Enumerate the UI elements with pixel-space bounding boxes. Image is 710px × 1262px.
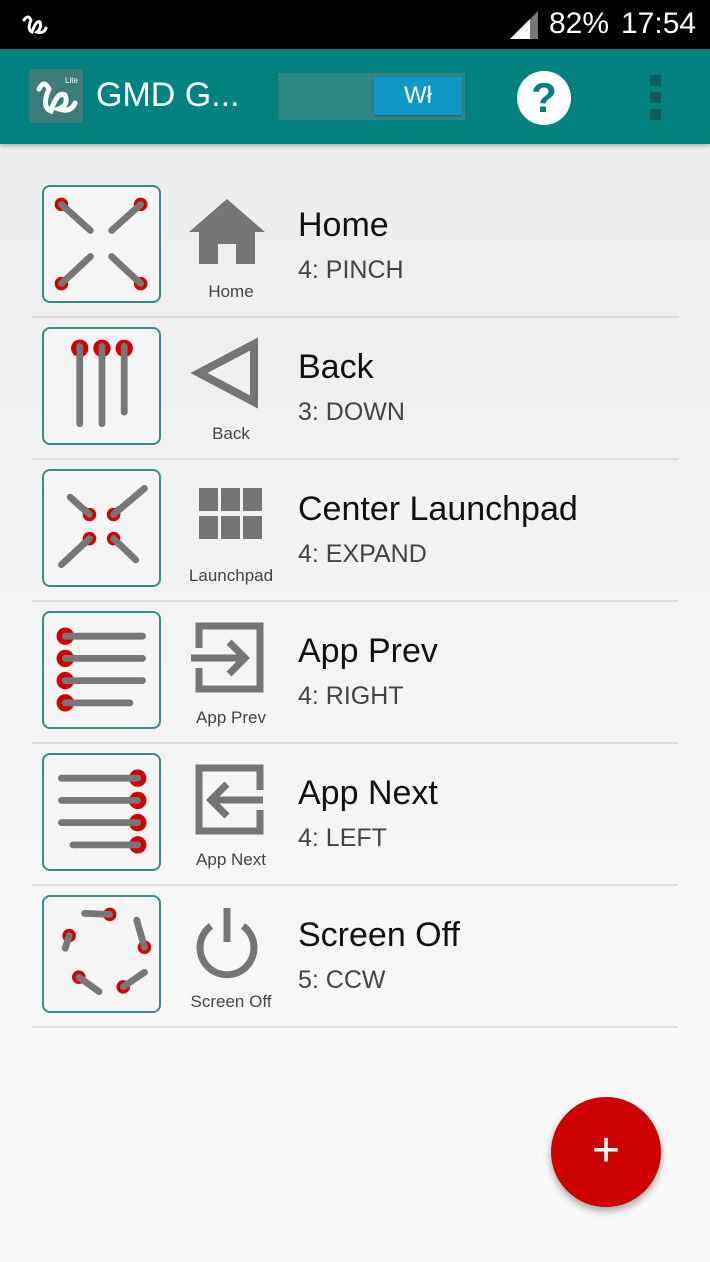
- home-icon: [189, 199, 265, 264]
- enter-arrow-icon: [191, 622, 264, 693]
- enable-toggle[interactable]: Wł: [278, 73, 465, 120]
- add-gesture-button[interactable]: +: [551, 1097, 661, 1207]
- gesture-title: App Prev: [298, 632, 438, 670]
- back-triangle-icon: [190, 337, 258, 409]
- swipe-right-gesture-icon: [42, 611, 161, 729]
- gesture-title: Screen Off: [298, 916, 460, 954]
- action-label: Back: [212, 424, 250, 443]
- list-item[interactable]: App Next App Next 4: LEFT: [32, 744, 678, 886]
- swipe-left-gesture-icon: [42, 753, 161, 871]
- pinch-gesture-icon: [42, 185, 161, 303]
- power-icon: [196, 908, 258, 979]
- exit-arrow-icon: [195, 764, 264, 835]
- gesture-description: 4: RIGHT: [298, 682, 404, 710]
- status-bar: 82% 17:54: [0, 0, 710, 49]
- list-item[interactable]: Screen Off Screen Off 5: CCW: [32, 886, 678, 1028]
- gesture-list: Home Home 4: PINCH Back Back 3: DOWN Lau…: [32, 176, 678, 1028]
- action-label: Launchpad: [188, 566, 274, 585]
- rotate-ccw-gesture-icon: [42, 895, 161, 1013]
- action-label: Home: [208, 282, 254, 301]
- gesture-title: Home: [298, 206, 389, 244]
- action-label: Screen Off: [190, 992, 272, 1011]
- overflow-menu-icon[interactable]: [647, 75, 663, 121]
- clock: 17:54: [621, 7, 697, 40]
- gesture-description: 4: EXPAND: [298, 540, 427, 568]
- app-bar: Lite GMD G... Wł ?: [0, 49, 710, 144]
- expand-gesture-icon: [42, 469, 161, 587]
- gesture-description: 3: DOWN: [298, 398, 405, 426]
- gesture-description: 4: LEFT: [298, 824, 387, 852]
- gesture-title: Back: [298, 348, 374, 386]
- list-item[interactable]: Launchpad Center Launchpad 4: EXPAND: [32, 460, 678, 602]
- action-label: App Next: [196, 850, 266, 869]
- swipe-down-gesture-icon: [42, 327, 161, 445]
- list-item[interactable]: Home Home 4: PINCH: [32, 176, 678, 318]
- action-label: App Prev: [196, 708, 266, 727]
- app-logo-icon: Lite: [29, 69, 83, 123]
- battery-level: 82%: [549, 7, 610, 40]
- signal-icon: [510, 11, 538, 39]
- app-notification-icon: [22, 15, 48, 34]
- gesture-description: 5: CCW: [298, 966, 386, 994]
- gesture-title: App Next: [298, 774, 438, 812]
- svg-text:Lite: Lite: [65, 76, 78, 85]
- list-item[interactable]: App Prev App Prev 4: RIGHT: [32, 602, 678, 744]
- app-title: GMD G...: [96, 76, 240, 114]
- gesture-description: 4: PINCH: [298, 256, 404, 284]
- list-item[interactable]: Back Back 3: DOWN: [32, 318, 678, 460]
- help-button[interactable]: ?: [517, 71, 571, 125]
- gesture-title: Center Launchpad: [298, 490, 578, 528]
- toggle-on-label: Wł: [374, 77, 462, 115]
- launchpad-grid-icon: [199, 488, 262, 539]
